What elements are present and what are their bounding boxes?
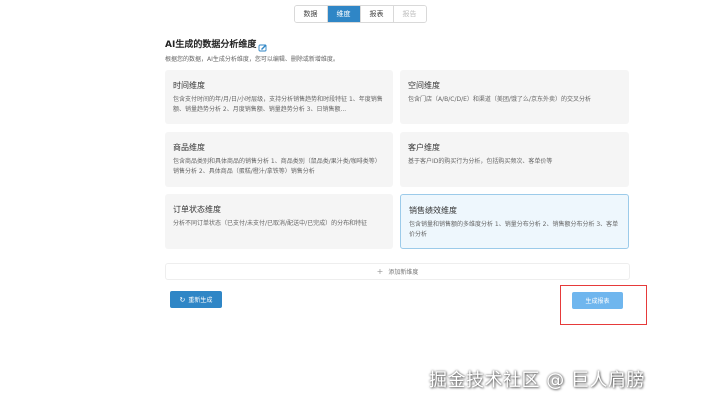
generate-report-button[interactable]: 生成报表	[572, 292, 623, 309]
card-title: 客户维度	[408, 143, 440, 152]
card-title: 订单状态维度	[173, 205, 221, 214]
card-description: 包含销量和销售额的多维度分析 1、销量分布分析 2、销售额分布分析 3、客单价分…	[409, 221, 619, 238]
card-title: 时间维度	[173, 81, 205, 90]
tab-data[interactable]: 数据	[294, 6, 328, 22]
dimension-card-customer[interactable]: 客户维度 基于客户ID的购买行为分析，包括购买频次、客单价等	[400, 132, 629, 187]
page-subtitle: 根据您的数据，AI生成分析维度，您可以编辑、删除或新增维度。	[165, 56, 339, 63]
card-description: 基于客户ID的购买行为分析，包括购买频次、客单价等	[408, 158, 553, 165]
dimension-card-sales-performance[interactable]: 销售绩效维度 包含销量和销售额的多维度分析 1、销量分布分析 2、销售额分布分析…	[400, 194, 629, 249]
dimension-card-order-status[interactable]: 订单状态维度 分析不同订单状态（已支付/未支付/已取消/配送中/已完成）的分布和…	[165, 194, 393, 249]
card-description: 包含商品类别和具体商品的销售分析 1、商品类别（鼠品类/果汁类/咖啡类等）销售分…	[173, 158, 381, 175]
tab-dimensions[interactable]: 维度	[327, 6, 361, 22]
tab-group: 数据 维度 报表 报告	[293, 5, 427, 23]
tab-report-doc: 报告	[393, 6, 426, 22]
edit-icon[interactable]	[258, 38, 268, 52]
refresh-icon: ↻	[179, 295, 186, 304]
watermark: 掘金技术社区 @ 巨人肩膀	[429, 370, 645, 391]
page-title: AI生成的数据分析维度	[165, 39, 257, 50]
regenerate-button[interactable]: ↻ 重新生成	[170, 291, 222, 308]
card-description: 分析不同订单状态（已支付/未支付/已取消/配送中/已完成）的分布和特征	[173, 220, 368, 227]
dimension-card-time[interactable]: 时间维度 包含支付时间的年/月/日/小时层级，支持分析销售趋势和时段特征 1、年…	[165, 70, 393, 124]
tab-reports[interactable]: 报表	[360, 6, 394, 22]
card-title: 销售绩效维度	[409, 206, 457, 215]
plus-icon: +	[376, 267, 384, 276]
dimensions-panel: AI生成的数据分析维度 根据您的数据，AI生成分析维度，您可以编辑、删除或新增维…	[165, 36, 630, 64]
title-row: AI生成的数据分析维度	[165, 36, 630, 52]
add-dimension-button[interactable]: + 添加新维度	[165, 263, 630, 280]
card-description: 包含门店（A/B/C/D/E）和渠道（美团/饿了么/京东外卖）的交叉分析	[408, 96, 591, 103]
regenerate-label: 重新生成	[188, 297, 213, 304]
add-dimension-label: 添加新维度	[388, 269, 419, 276]
card-description: 包含支付时间的年/月/日/小时层级，支持分析销售趋势和时段特征 1、年度销售额、…	[173, 96, 383, 113]
top-tab-bar: 数据 维度 报表 报告	[0, 0, 720, 28]
card-title: 空间维度	[408, 81, 440, 90]
card-title: 商品维度	[173, 143, 205, 152]
dimension-card-space[interactable]: 空间维度 包含门店（A/B/C/D/E）和渠道（美团/饿了么/京东外卖）的交叉分…	[400, 70, 629, 124]
dimension-card-product[interactable]: 商品维度 包含商品类别和具体商品的销售分析 1、商品类别（鼠品类/果汁类/咖啡类…	[165, 132, 393, 187]
